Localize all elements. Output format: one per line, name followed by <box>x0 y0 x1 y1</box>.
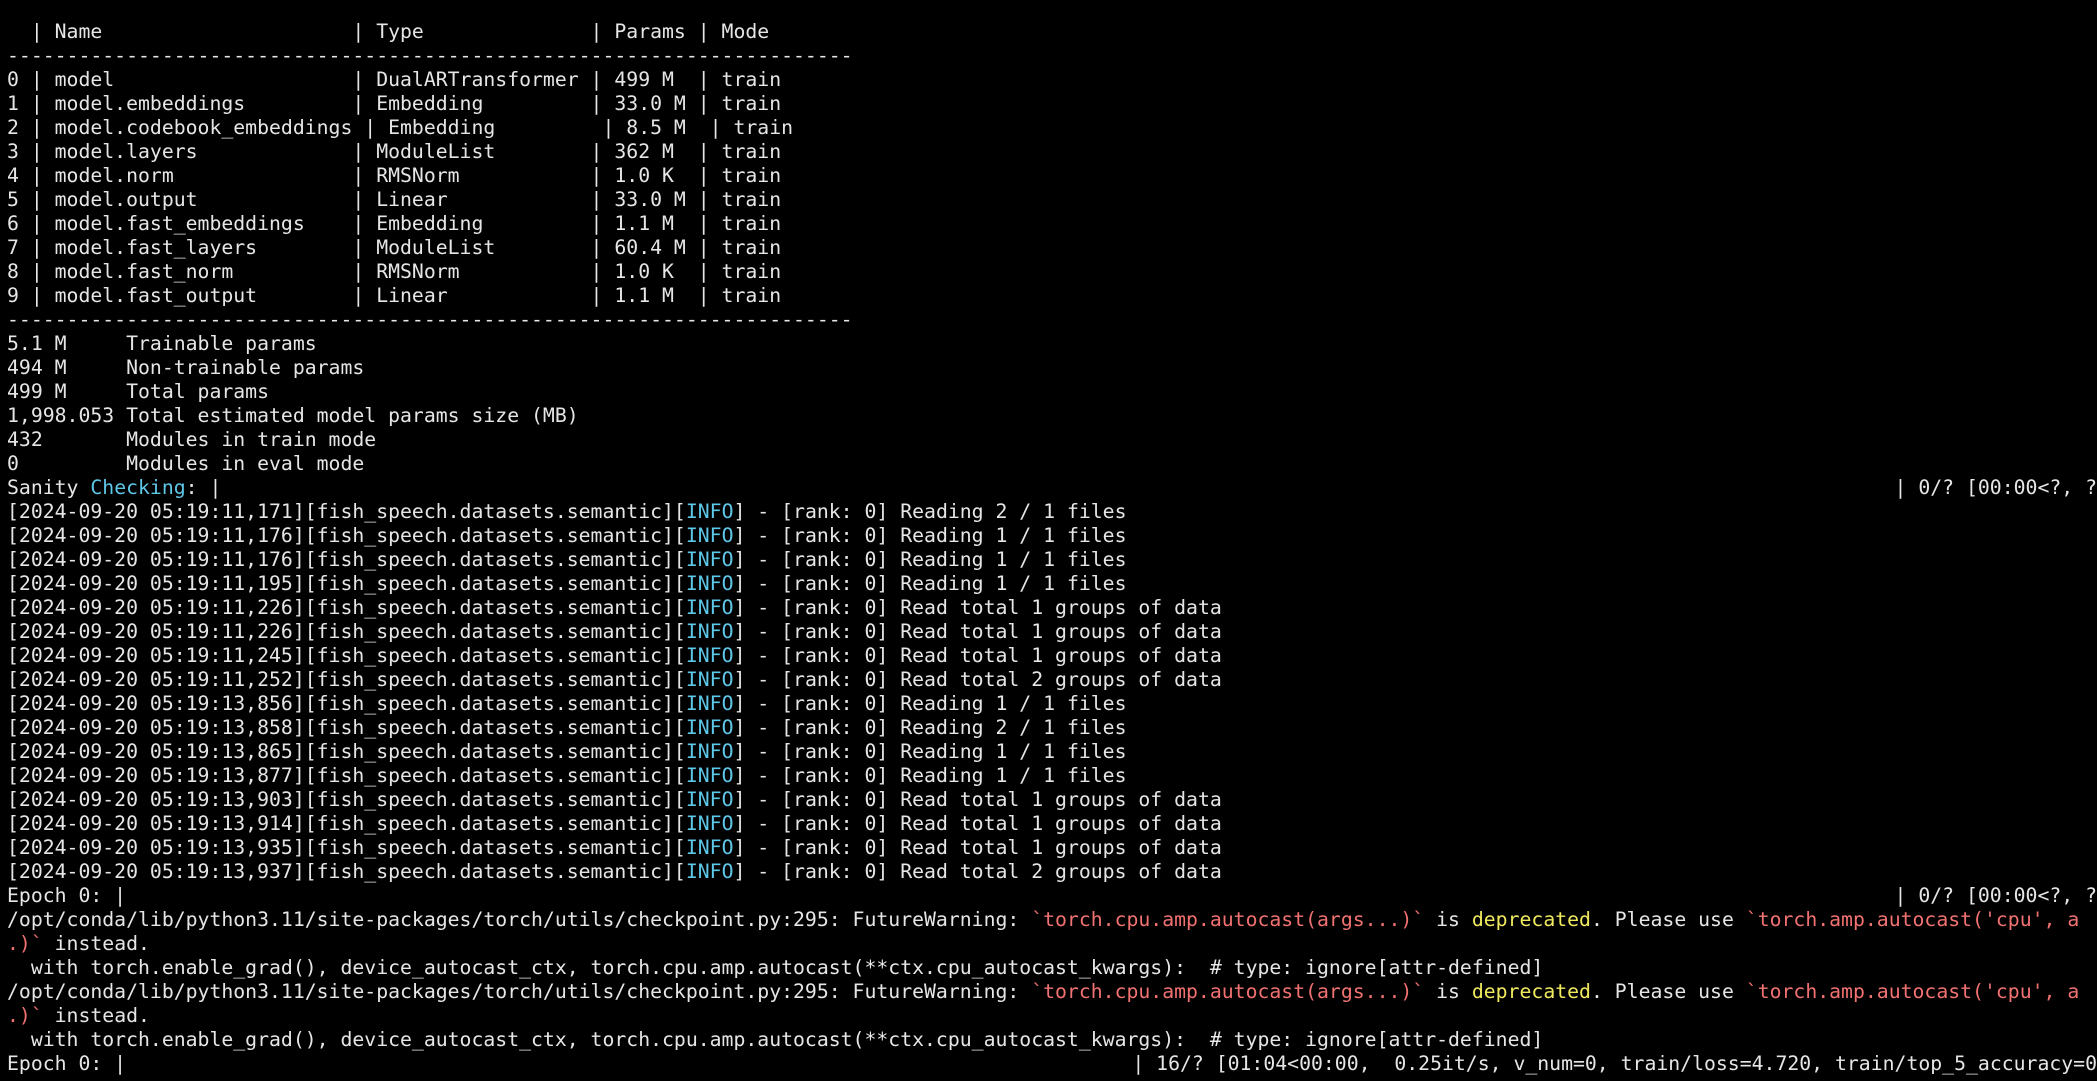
table-separator-top: ----------------------------------------… <box>7 44 853 67</box>
summary-line: 494 M Non-trainable params <box>7 356 365 379</box>
info-level: INFO <box>685 692 734 715</box>
info-level: INFO <box>685 740 734 763</box>
log-line: [2024-09-20 05:19:13,856][fish_speech.da… <box>7 692 1127 715</box>
summary-line: 1,998.053 Total estimated model params s… <box>7 404 579 427</box>
table-header: | Name | Type | Params | Mode <box>7 20 770 43</box>
table-row: 5 | model.output | Linear | 33.0 M | tra… <box>7 188 782 211</box>
warning-line: /opt/conda/lib/python3.11/site-packages/… <box>7 908 2080 931</box>
log-line: [2024-09-20 05:19:13,935][fish_speech.da… <box>7 836 1222 859</box>
log-line: [2024-09-20 05:19:11,245][fish_speech.da… <box>7 644 1222 667</box>
table-row: 2 | model.codebook_embeddings | Embeddin… <box>7 116 794 139</box>
log-line: [2024-09-20 05:19:11,226][fish_speech.da… <box>7 620 1222 643</box>
log-line: [2024-09-20 05:19:11,176][fish_speech.da… <box>7 524 1127 547</box>
warning-source-line: with torch.enable_grad(), device_autocas… <box>7 956 1544 979</box>
summary-line: 499 M Total params <box>7 380 270 403</box>
info-level: INFO <box>685 620 734 643</box>
info-level: INFO <box>685 812 734 835</box>
warning-code: `torch.cpu.amp.autocast(args...)` <box>1031 980 1425 1003</box>
table-separator-bottom: ----------------------------------------… <box>7 308 853 331</box>
info-level: INFO <box>685 572 734 595</box>
info-level: INFO <box>685 788 734 811</box>
log-line: [2024-09-20 05:19:13,903][fish_speech.da… <box>7 788 1222 811</box>
log-line: [2024-09-20 05:19:13,858][fish_speech.da… <box>7 716 1127 739</box>
epoch-progress-stats: | 16/? [01:04<00:00, 0.25it/s, v_num=0, … <box>1132 1052 2097 1075</box>
warning-code: `torch.amp.autocast('cpu', a <box>1745 908 2080 931</box>
epoch-label: Epoch 0: | <box>7 884 127 907</box>
deprecated-word: deprecated <box>1471 980 1591 1003</box>
summary-line: 0 Modules in eval mode <box>7 452 365 475</box>
warning-wrap-line: .)` instead. <box>7 932 150 955</box>
sanity-checking-word: Checking <box>90 476 186 499</box>
log-line: [2024-09-20 05:19:13,937][fish_speech.da… <box>7 860 1222 883</box>
warning-code: `torch.amp.autocast('cpu', a <box>1745 980 2080 1003</box>
terminal-window[interactable]: | Name | Type | Params | Mode ----------… <box>0 0 2097 1081</box>
sanity-suffix: : | <box>185 476 222 499</box>
log-line: [2024-09-20 05:19:11,252][fish_speech.da… <box>7 668 1222 691</box>
info-level: INFO <box>685 836 734 859</box>
table-row: 8 | model.fast_norm | RMSNorm | 1.0 K | … <box>7 260 782 283</box>
warning-code: `torch.cpu.amp.autocast(args...)` <box>1031 908 1425 931</box>
table-row: 7 | model.fast_layers | ModuleList | 60.… <box>7 236 782 259</box>
table-row: 1 | model.embeddings | Embedding | 33.0 … <box>7 92 782 115</box>
info-level: INFO <box>685 596 734 619</box>
info-level: INFO <box>685 524 734 547</box>
log-line: [2024-09-20 05:19:11,176][fish_speech.da… <box>7 548 1127 571</box>
sanity-prefix: Sanity <box>7 476 91 499</box>
sanity-check-progress: Sanity Checking: | | 0/? [00:00<?, ? <box>0 476 2097 500</box>
table-row: 4 | model.norm | RMSNorm | 1.0 K | train <box>7 164 782 187</box>
table-row: 6 | model.fast_embeddings | Embedding | … <box>7 212 782 235</box>
warning-line: /opt/conda/lib/python3.11/site-packages/… <box>7 980 2080 1003</box>
info-level: INFO <box>685 668 734 691</box>
epoch-progress-current: Epoch 0: | | 16/? [01:04<00:00, 0.25it/s,… <box>0 1052 2097 1076</box>
log-line: [2024-09-20 05:19:11,226][fish_speech.da… <box>7 596 1222 619</box>
table-row: 0 | model | DualARTransformer | 499 M | … <box>7 68 782 91</box>
log-line: [2024-09-20 05:19:13,865][fish_speech.da… <box>7 740 1127 763</box>
log-line: [2024-09-20 05:19:13,877][fish_speech.da… <box>7 764 1127 787</box>
log-line: [2024-09-20 05:19:13,914][fish_speech.da… <box>7 812 1222 835</box>
summary-line: 432 Modules in train mode <box>7 428 377 451</box>
info-level: INFO <box>685 644 734 667</box>
epoch-label: Epoch 0: | <box>7 1052 127 1075</box>
epoch-progress-counter: | 0/? [00:00<?, ? <box>1894 884 2097 907</box>
summary-line: 5.1 M Trainable params <box>7 332 317 355</box>
log-line: [2024-09-20 05:19:11,195][fish_speech.da… <box>7 572 1127 595</box>
info-level: INFO <box>685 548 734 571</box>
info-level: INFO <box>685 764 734 787</box>
log-line: [2024-09-20 05:19:11,171][fish_speech.da… <box>7 500 1127 523</box>
sanity-progress-counter: | 0/? [00:00<?, ? <box>1894 476 2097 499</box>
deprecated-word: deprecated <box>1471 908 1591 931</box>
epoch-progress: Epoch 0: | | 0/? [00:00<?, ? <box>0 884 2097 908</box>
warning-source-line: with torch.enable_grad(), device_autocas… <box>7 1028 1544 1051</box>
table-row: 9 | model.fast_output | Linear | 1.1 M |… <box>7 284 782 307</box>
warning-wrap-line: .)` instead. <box>7 1004 150 1027</box>
info-level: INFO <box>685 500 734 523</box>
table-row: 3 | model.layers | ModuleList | 362 M | … <box>7 140 782 163</box>
info-level: INFO <box>685 860 734 883</box>
info-level: INFO <box>685 716 734 739</box>
